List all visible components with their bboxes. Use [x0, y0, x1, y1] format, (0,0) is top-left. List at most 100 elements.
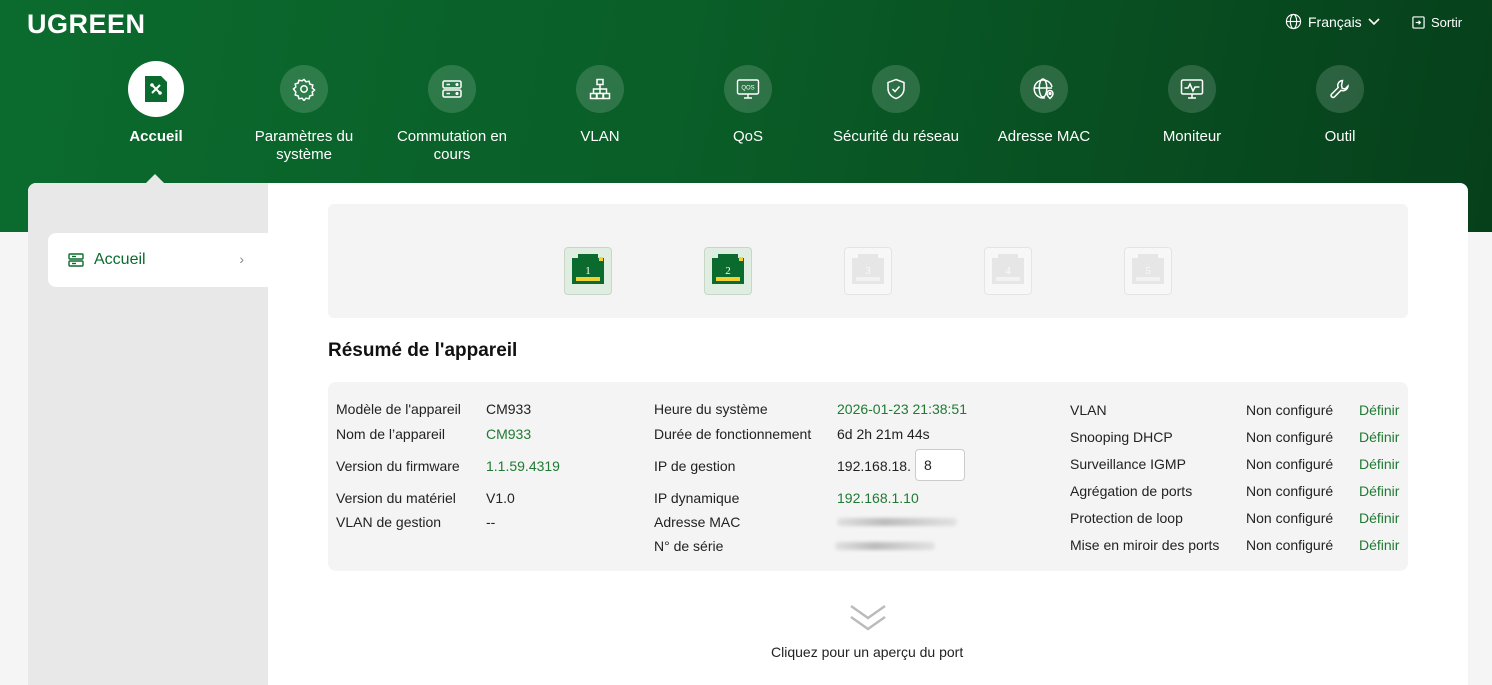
nav-mac-address[interactable]: Adresse MAC: [970, 65, 1118, 164]
define-loop-protection-link[interactable]: Définir: [1359, 510, 1399, 526]
nav-switching-label: Commutation en cours: [396, 128, 508, 163]
logout-button[interactable]: Sortir: [1412, 15, 1462, 30]
chevron-right-icon: ›: [239, 251, 244, 267]
sidebar: Accueil ›: [28, 183, 268, 685]
nav-qos-label: QoS: [732, 128, 763, 145]
model-value: CM933: [486, 401, 532, 417]
ethernet-port-icon: 4: [992, 254, 1024, 284]
main-panel: Accueil › 1 2 3 4 5 Résumé de l'appareil…: [28, 183, 1468, 685]
port-overview-label[interactable]: Cliquez pour un aperçu du port: [771, 644, 963, 660]
nav-monitor-label: Moniteur: [1162, 128, 1222, 145]
ethernet-port-icon: 1: [572, 254, 604, 284]
port-number: 2: [725, 265, 731, 277]
feature-label: Surveillance IGMP: [1070, 456, 1186, 472]
mgmt-vlan-value: --: [486, 514, 496, 530]
mgmt-ip-prefix: 192.168.18.: [837, 458, 911, 474]
mgmt-vlan-label: VLAN de gestion: [336, 514, 442, 530]
hardware-value: V1.0: [486, 490, 515, 506]
feature-label: Protection de loop: [1070, 510, 1183, 526]
dynamic-ip-link[interactable]: 192.168.1.10: [837, 490, 919, 506]
nav-network-security[interactable]: Sécurité du réseau: [822, 65, 970, 164]
serial-number-redacted: [835, 542, 935, 550]
sidebar-item-label: Accueil: [94, 251, 146, 268]
device-summary-title: Résumé de l'appareil: [328, 340, 518, 361]
model-label: Modèle de l'appareil: [336, 401, 461, 417]
language-selector[interactable]: Français: [1285, 13, 1380, 30]
dynamic-ip-label: IP dynamique: [654, 490, 740, 506]
feature-label: VLAN: [1070, 402, 1107, 418]
port-1[interactable]: 1: [564, 247, 612, 295]
shield-check-icon: [872, 65, 920, 113]
nav-system-settings[interactable]: Paramètres du système: [230, 65, 378, 164]
port-overview-toggle[interactable]: [848, 603, 888, 638]
feature-status: Non configuré: [1246, 429, 1334, 445]
logout-icon: [1412, 16, 1425, 29]
device-name-label: Nom de l’appareil: [336, 426, 445, 442]
firmware-link[interactable]: 1.1.59.4319: [486, 458, 560, 474]
hardware-label: Version du matériel: [336, 490, 456, 506]
feature-status: Non configuré: [1246, 456, 1334, 472]
port-5[interactable]: 5: [1124, 247, 1172, 295]
port-number: 1: [585, 265, 591, 277]
logout-label: Sortir: [1431, 15, 1463, 30]
server-icon: [428, 65, 476, 113]
nav-home-label: Accueil: [129, 128, 183, 145]
uptime-label: Durée de fonctionnement: [654, 426, 812, 442]
mac-address-label: Adresse MAC: [654, 514, 741, 530]
feature-status: Non configuré: [1246, 483, 1334, 499]
port-number: 4: [1005, 265, 1011, 277]
define-vlan-link[interactable]: Définir: [1359, 402, 1399, 418]
nav-tools[interactable]: Outil: [1266, 65, 1414, 164]
feature-status: Non configuré: [1246, 510, 1334, 526]
nav-switching[interactable]: Commutation en cours: [378, 65, 526, 164]
mac-address-redacted: [837, 518, 957, 526]
port-3[interactable]: 3: [844, 247, 892, 295]
serial-number-label: N° de série: [654, 538, 724, 554]
feature-status: Non configuré: [1246, 402, 1334, 418]
gear-icon: [280, 65, 328, 113]
qos-monitor-icon: QOS: [724, 65, 772, 113]
mgmt-ip-last-octet-input[interactable]: [915, 449, 965, 481]
nav-qos[interactable]: QOS QoS: [674, 65, 822, 164]
port-number: 3: [865, 265, 871, 277]
port-number: 5: [1145, 265, 1151, 277]
nav-system-settings-label: Paramètres du système: [254, 128, 354, 163]
ethernet-port-icon: 3: [852, 254, 884, 284]
firmware-label: Version du firmware: [336, 458, 460, 474]
svg-text:QOS: QOS: [741, 86, 754, 92]
sidebar-item-home[interactable]: Accueil ›: [48, 233, 268, 287]
device-name-link[interactable]: CM933: [486, 426, 531, 442]
system-time-value: 2026-01-23 21:38:51: [837, 401, 967, 417]
language-label: Français: [1308, 13, 1362, 30]
chevron-down-icon: [1368, 17, 1380, 25]
home-switch-icon: [128, 61, 184, 117]
port-2[interactable]: 2: [704, 247, 752, 295]
nav-vlan[interactable]: VLAN: [526, 65, 674, 164]
nav-mac-address-label: Adresse MAC: [997, 128, 1091, 145]
nav-tools-label: Outil: [1324, 128, 1356, 145]
nav-vlan-label: VLAN: [580, 128, 620, 145]
define-port-mirroring-link[interactable]: Définir: [1359, 537, 1399, 553]
define-igmp-link[interactable]: Définir: [1359, 456, 1399, 472]
main-nav: Accueil Paramètres du système Commutatio…: [82, 61, 1414, 164]
uptime-value: 6d 2h 21m 44s: [837, 426, 930, 442]
ethernet-port-icon: 5: [1132, 254, 1164, 284]
nav-network-security-label: Sécurité du réseau: [833, 128, 959, 145]
double-chevron-down-icon: [850, 605, 886, 631]
ugreen-logo: UGREEN: [27, 9, 146, 39]
nav-home[interactable]: Accueil: [82, 61, 230, 164]
device-summary-panel: Modèle de l'appareil CM933 Nom de l’appa…: [328, 382, 1408, 571]
define-dhcp-snooping-link[interactable]: Définir: [1359, 429, 1399, 445]
feature-status: Non configuré: [1246, 537, 1334, 553]
port-4[interactable]: 4: [984, 247, 1032, 295]
nav-monitor[interactable]: Moniteur: [1118, 65, 1266, 164]
feature-label: Mise en miroir des ports: [1070, 537, 1220, 553]
define-port-aggregation-link[interactable]: Définir: [1359, 483, 1399, 499]
globe-pin-icon: [1020, 65, 1068, 113]
ethernet-port-icon: 2: [712, 254, 744, 284]
mgmt-ip-label: IP de gestion: [654, 458, 736, 474]
globe-icon: [1285, 13, 1302, 30]
feature-label: Snooping DHCP: [1070, 429, 1173, 445]
monitor-chart-icon: [1168, 65, 1216, 113]
wrench-icon: [1316, 65, 1364, 113]
